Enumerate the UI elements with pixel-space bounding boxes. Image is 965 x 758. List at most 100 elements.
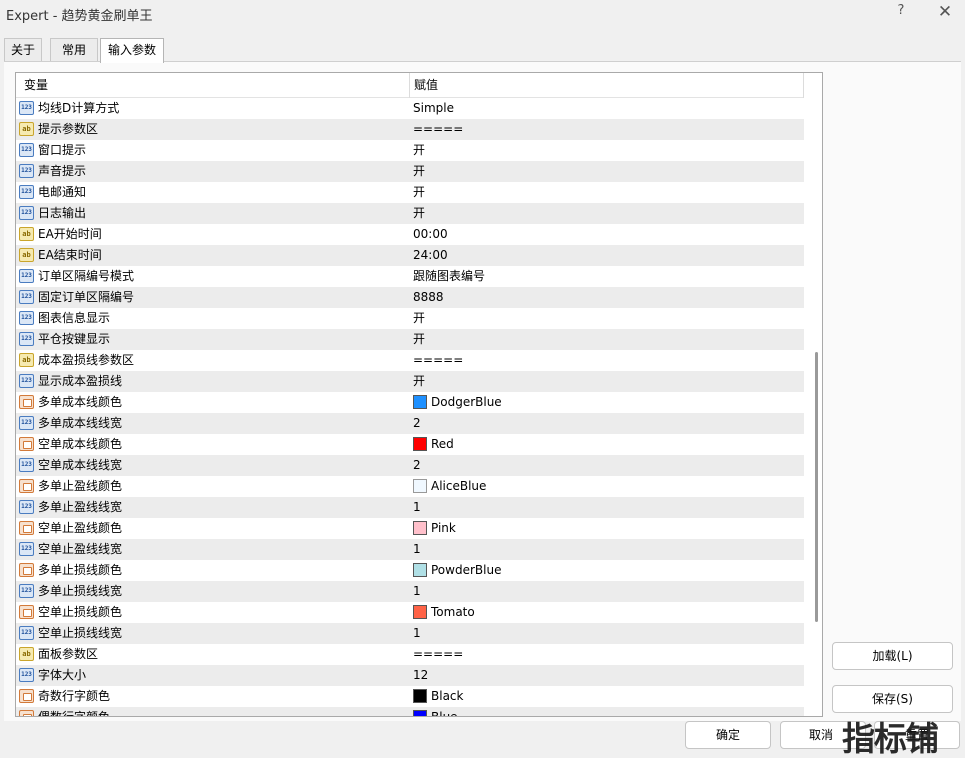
table-row[interactable]: 123 显示成本盈损线 开 bbox=[16, 371, 804, 392]
table-row[interactable]: 偶数行字颜色 Blue bbox=[16, 707, 804, 717]
color-swatch[interactable] bbox=[413, 710, 427, 716]
column-divider[interactable] bbox=[409, 73, 410, 98]
color-swatch[interactable] bbox=[413, 395, 427, 409]
parameter-name: 图表信息显示 bbox=[38, 311, 111, 325]
number-type-icon: 123 bbox=[19, 458, 34, 472]
table-row[interactable]: 123 日志输出 开 bbox=[16, 203, 804, 224]
table-row[interactable]: 空单成本线颜色 Red bbox=[16, 434, 804, 455]
save-button[interactable]: 保存(S) bbox=[832, 685, 953, 713]
load-button[interactable]: 加载(L) bbox=[832, 642, 953, 670]
parameter-value[interactable]: Pink bbox=[431, 518, 456, 539]
grid-header: 变量 赋值 bbox=[16, 73, 804, 98]
color-swatch[interactable] bbox=[413, 605, 427, 619]
table-row[interactable]: 123 平仓按键显示 开 bbox=[16, 329, 804, 350]
parameter-name: 面板参数区 bbox=[38, 647, 99, 661]
parameter-value[interactable]: ===== bbox=[413, 350, 463, 371]
color-swatch[interactable] bbox=[413, 689, 427, 703]
parameter-value[interactable]: Red bbox=[431, 434, 454, 455]
table-row[interactable]: 多单成本线颜色 DodgerBlue bbox=[16, 392, 804, 413]
number-type-icon: 123 bbox=[19, 626, 34, 640]
parameter-value[interactable]: 1 bbox=[413, 497, 421, 518]
table-row[interactable]: 空单止损线颜色 Tomato bbox=[16, 602, 804, 623]
table-row[interactable]: 123 电邮通知 开 bbox=[16, 182, 804, 203]
string-type-icon: ab bbox=[19, 122, 34, 136]
parameter-value[interactable]: Blue bbox=[431, 707, 458, 716]
parameter-name: 空单止盈线线宽 bbox=[38, 542, 123, 556]
parameter-value[interactable]: PowderBlue bbox=[431, 560, 501, 581]
number-type-icon: 123 bbox=[19, 542, 34, 556]
table-row[interactable]: 123 字体大小 12 bbox=[16, 665, 804, 686]
parameter-value[interactable]: 跟随图表编号 bbox=[413, 266, 485, 287]
ok-button[interactable]: 确定 bbox=[685, 721, 771, 749]
parameter-value[interactable]: 开 bbox=[413, 182, 425, 203]
table-row[interactable]: 123 空单止盈线线宽 1 bbox=[16, 539, 804, 560]
parameter-value[interactable]: 开 bbox=[413, 308, 425, 329]
parameter-value[interactable]: DodgerBlue bbox=[431, 392, 502, 413]
column-header-variable[interactable]: 变量 bbox=[24, 73, 48, 98]
table-row[interactable]: 奇数行字颜色 Black bbox=[16, 686, 804, 707]
table-row[interactable]: 123 多单成本线线宽 2 bbox=[16, 413, 804, 434]
number-type-icon: 123 bbox=[19, 143, 34, 157]
color-swatch[interactable] bbox=[413, 479, 427, 493]
table-row[interactable]: ab 成本盈损线参数区 ===== bbox=[16, 350, 804, 371]
help-icon[interactable]: ? bbox=[890, 3, 912, 23]
vertical-scrollbar[interactable] bbox=[811, 98, 822, 716]
table-row[interactable]: ab EA结束时间 24:00 bbox=[16, 245, 804, 266]
parameter-value[interactable]: 1 bbox=[413, 623, 421, 644]
table-row[interactable]: 空单止盈线颜色 Pink bbox=[16, 518, 804, 539]
table-row[interactable]: 123 声音提示 开 bbox=[16, 161, 804, 182]
table-row[interactable]: 123 均线D计算方式 Simple bbox=[16, 98, 804, 119]
parameter-name: EA结束时间 bbox=[38, 248, 102, 262]
parameter-name: 空单止损线线宽 bbox=[38, 626, 123, 640]
tab-about[interactable]: 关于 bbox=[4, 38, 42, 62]
table-row[interactable]: 123 订单区隔编号模式 跟随图表编号 bbox=[16, 266, 804, 287]
parameter-value[interactable]: 00:00 bbox=[413, 224, 448, 245]
table-row[interactable]: ab EA开始时间 00:00 bbox=[16, 224, 804, 245]
parameter-name: 多单成本线线宽 bbox=[38, 416, 123, 430]
parameter-value[interactable]: 开 bbox=[413, 140, 425, 161]
table-row[interactable]: 123 空单止损线线宽 1 bbox=[16, 623, 804, 644]
parameter-name: 偶数行字颜色 bbox=[38, 710, 111, 717]
parameter-value[interactable]: 1 bbox=[413, 539, 421, 560]
parameter-value[interactable]: 8888 bbox=[413, 287, 444, 308]
table-row[interactable]: 多单止盈线颜色 AliceBlue bbox=[16, 476, 804, 497]
table-row[interactable]: 123 图表信息显示 开 bbox=[16, 308, 804, 329]
string-type-icon: ab bbox=[19, 227, 34, 241]
color-swatch[interactable] bbox=[413, 521, 427, 535]
tab-inputs[interactable]: 输入参数 bbox=[100, 38, 164, 63]
tab-common[interactable]: 常用 bbox=[50, 38, 98, 62]
table-row[interactable]: 123 窗口提示 开 bbox=[16, 140, 804, 161]
title-bar: Expert - 趋势黄金刷单王 ? ✕ bbox=[0, 0, 965, 28]
parameter-value[interactable]: 2 bbox=[413, 413, 421, 434]
column-header-value[interactable]: 赋值 bbox=[414, 73, 438, 98]
table-row[interactable]: 123 固定订单区隔编号 8888 bbox=[16, 287, 804, 308]
parameter-value[interactable]: Tomato bbox=[431, 602, 475, 623]
parameter-value[interactable]: 2 bbox=[413, 455, 421, 476]
parameter-value[interactable]: 12 bbox=[413, 665, 428, 686]
parameter-value[interactable]: ===== bbox=[413, 644, 463, 665]
close-icon[interactable]: ✕ bbox=[933, 2, 957, 24]
color-type-icon bbox=[19, 710, 34, 716]
scrollbar-thumb[interactable] bbox=[815, 352, 818, 622]
parameter-value[interactable]: Black bbox=[431, 686, 463, 707]
parameter-value[interactable]: 开 bbox=[413, 371, 425, 392]
parameter-value[interactable]: 开 bbox=[413, 203, 425, 224]
table-row[interactable]: 123 多单止盈线线宽 1 bbox=[16, 497, 804, 518]
parameter-value[interactable]: ===== bbox=[413, 119, 463, 140]
parameter-value[interactable]: 24:00 bbox=[413, 245, 448, 266]
parameter-value[interactable]: Simple bbox=[413, 98, 454, 119]
parameter-value[interactable]: 开 bbox=[413, 329, 425, 350]
number-type-icon: 123 bbox=[19, 374, 34, 388]
parameter-value[interactable]: 1 bbox=[413, 581, 421, 602]
parameter-value[interactable]: 开 bbox=[413, 161, 425, 182]
color-swatch[interactable] bbox=[413, 563, 427, 577]
number-type-icon: 123 bbox=[19, 290, 34, 304]
table-row[interactable]: 123 多单止损线线宽 1 bbox=[16, 581, 804, 602]
table-row[interactable]: 123 空单成本线线宽 2 bbox=[16, 455, 804, 476]
parameter-value[interactable]: AliceBlue bbox=[431, 476, 486, 497]
table-row[interactable]: ab 面板参数区 ===== bbox=[16, 644, 804, 665]
color-swatch[interactable] bbox=[413, 437, 427, 451]
table-row[interactable]: ab 提示参数区 ===== bbox=[16, 119, 804, 140]
table-row[interactable]: 多单止损线颜色 PowderBlue bbox=[16, 560, 804, 581]
tab-bar: 关于 常用 输入参数 bbox=[4, 38, 204, 63]
